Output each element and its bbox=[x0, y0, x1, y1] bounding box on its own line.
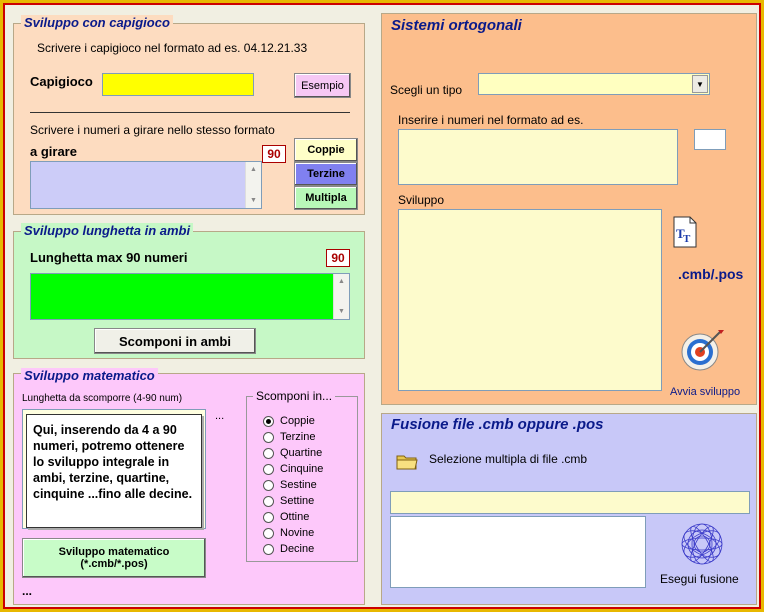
radio-label: Sestine bbox=[280, 479, 317, 491]
matematico-ellipsis-bottom: ... bbox=[22, 584, 33, 598]
tipo-label: Scegli un tipo bbox=[390, 83, 463, 97]
radio-cinquine[interactable]: Cinquine bbox=[263, 463, 323, 475]
lunghetta-count-badge: 90 bbox=[326, 249, 350, 267]
scroll-up-icon[interactable]: ▲ bbox=[246, 162, 261, 177]
sviluppo-matematico-button[interactable]: Sviluppo matematico (*.cmb/*.pos) bbox=[22, 538, 206, 578]
svg-text:T: T bbox=[683, 233, 691, 245]
ortogonali-panel: Sistemi ortogonali Scegli un tipo ▼ Inse… bbox=[381, 13, 757, 405]
radio-dot[interactable] bbox=[263, 463, 274, 475]
scomponi-group-title: Scomponi in... bbox=[253, 389, 336, 403]
esegui-label[interactable]: Esegui fusione bbox=[660, 572, 739, 586]
radio-dot[interactable] bbox=[263, 479, 274, 491]
girare-label: a girare bbox=[30, 144, 77, 159]
ortogonali-title: Sistemi ortogonali bbox=[391, 17, 522, 34]
multipla-button[interactable]: Multipla bbox=[294, 186, 358, 210]
capigioco-label: Capigioco bbox=[30, 74, 93, 89]
scomponi-group: Scomponi in... Coppie Terzine Quartine Cinq… bbox=[246, 389, 358, 562]
coppie-button[interactable]: Coppie bbox=[294, 138, 358, 162]
capigioco-panel: Sviluppo con capigioco Scrivere i capigi… bbox=[13, 15, 365, 215]
selezione-label: Selezione multipla di file .cmb bbox=[429, 452, 588, 466]
main-area: Sviluppo con capigioco Scrivere i capigi… bbox=[3, 3, 761, 609]
sviluppo-label: Sviluppo bbox=[398, 193, 445, 207]
spiral-icon[interactable] bbox=[678, 522, 726, 566]
matematico-title: Sviluppo matematico bbox=[21, 368, 158, 383]
tooltip-text: Qui, inserendo da 4 a 90 numeri, potremo… bbox=[33, 423, 193, 501]
radio-label: Ottine bbox=[280, 511, 310, 523]
radio-terzine[interactable]: Terzine bbox=[263, 431, 315, 443]
scroll-down-icon[interactable]: ▼ bbox=[334, 304, 349, 319]
radio-label: Quartine bbox=[280, 447, 323, 459]
fusione-panel: Fusione file .cmb oppure .pos Selezione … bbox=[381, 413, 757, 605]
radio-coppie[interactable]: Coppie bbox=[263, 415, 315, 427]
radio-label: Novine bbox=[280, 527, 315, 539]
lunghetta-label: Lunghetta max 90 numeri bbox=[30, 250, 188, 265]
capigioco-instruction: Scrivere i capigioco nel formato ad es. … bbox=[37, 41, 308, 55]
fusione-path-input[interactable] bbox=[390, 491, 750, 514]
radio-label: Decine bbox=[280, 543, 315, 555]
scroll-up-icon[interactable]: ▲ bbox=[334, 274, 349, 289]
lunghetta-panel: Sviluppo lunghetta in ambi Lunghetta max… bbox=[13, 223, 365, 359]
radio-dot[interactable] bbox=[263, 543, 274, 555]
radio-dot[interactable] bbox=[263, 447, 274, 459]
girare-textarea[interactable]: ▲ ▼ bbox=[30, 161, 262, 209]
lunghetta-textarea[interactable]: ▲ ▼ bbox=[30, 273, 350, 320]
girare-count-badge: 90 bbox=[262, 145, 286, 163]
radio-dot[interactable] bbox=[263, 495, 274, 507]
radio-label: Terzine bbox=[280, 431, 316, 443]
radio-label: Cinquine bbox=[280, 463, 324, 475]
numeri-textarea[interactable] bbox=[398, 129, 678, 185]
radio-decine[interactable]: Decine bbox=[263, 543, 314, 555]
fusione-title: Fusione file .cmb oppure .pos bbox=[391, 416, 604, 433]
girare-instruction: Scrivere i numeri a girare nello stesso … bbox=[30, 123, 275, 137]
radio-ottine[interactable]: Ottine bbox=[263, 511, 309, 523]
matematico-length-label: Lunghetta da scomporre (4-90 num) bbox=[22, 393, 183, 404]
matematico-tooltip: Qui, inserendo da 4 a 90 numeri, potremo… bbox=[26, 414, 202, 528]
target-icon[interactable] bbox=[678, 326, 726, 374]
folder-icon[interactable] bbox=[396, 452, 418, 470]
radio-dot[interactable] bbox=[263, 431, 274, 443]
capigioco-title: Sviluppo con capigioco bbox=[21, 15, 173, 30]
scomponi-ambi-button[interactable]: Scomponi in ambi bbox=[94, 328, 256, 354]
fusione-list[interactable] bbox=[390, 516, 646, 588]
radio-settine[interactable]: Settine bbox=[263, 495, 314, 507]
radio-label: Coppie bbox=[280, 415, 315, 427]
sviluppo-textarea[interactable] bbox=[398, 209, 662, 391]
radio-sestine[interactable]: Sestine bbox=[263, 479, 317, 491]
ext-label: .cmb/.pos bbox=[678, 266, 744, 282]
terzine-button[interactable]: Terzine bbox=[294, 162, 358, 186]
lunghetta-scrollbar[interactable]: ▲ ▼ bbox=[333, 274, 349, 319]
small-input[interactable] bbox=[694, 129, 726, 150]
lunghetta-title: Sviluppo lunghetta in ambi bbox=[21, 223, 194, 238]
radio-quartine[interactable]: Quartine bbox=[263, 447, 322, 459]
girare-scrollbar[interactable]: ▲ ▼ bbox=[245, 162, 261, 208]
tipo-select[interactable]: ▼ bbox=[478, 73, 710, 95]
matematico-panel: Sviluppo matematico Lunghetta da scompor… bbox=[13, 368, 365, 605]
scroll-down-icon[interactable]: ▼ bbox=[246, 193, 261, 208]
chevron-down-icon[interactable]: ▼ bbox=[692, 75, 708, 93]
avvia-label[interactable]: Avvia sviluppo bbox=[670, 386, 740, 398]
radio-label: Settine bbox=[280, 495, 315, 507]
text-file-icon[interactable]: TT bbox=[672, 216, 698, 248]
radio-novine[interactable]: Novine bbox=[263, 527, 314, 539]
radio-dot[interactable] bbox=[263, 527, 274, 539]
esempio-button[interactable]: Esempio bbox=[294, 73, 351, 98]
matematico-ellipsis-right: ... bbox=[215, 410, 225, 422]
capigioco-input[interactable] bbox=[102, 73, 254, 96]
numeri-label: Inserire i numeri nel formato ad es. bbox=[398, 113, 584, 127]
radio-dot[interactable] bbox=[263, 511, 274, 523]
radio-dot[interactable] bbox=[263, 415, 274, 427]
divider-line bbox=[30, 112, 350, 113]
